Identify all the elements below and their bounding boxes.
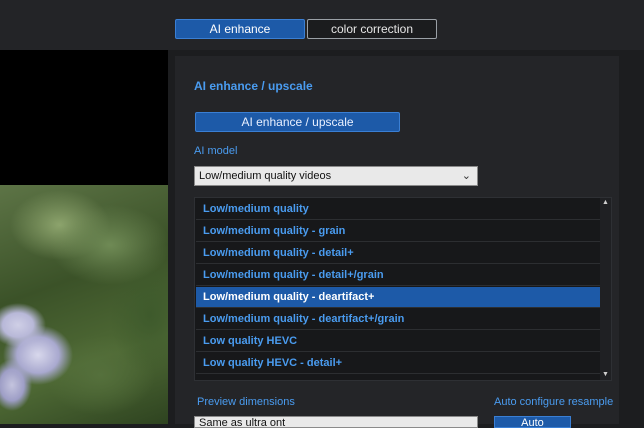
list-item[interactable]: Low/medium quality - deartifact+/grain xyxy=(196,309,600,330)
auto-configure-button[interactable]: Auto xyxy=(494,416,571,428)
auto-configure-resample-label: Auto configure resample xyxy=(494,396,614,408)
video-preview xyxy=(0,50,168,424)
scroll-up-icon[interactable]: ▲ xyxy=(600,198,611,208)
ai-model-label: AI model xyxy=(194,145,238,157)
list-item-selected[interactable]: Low/medium quality - deartifact+ xyxy=(196,287,600,308)
section-title: AI enhance / upscale xyxy=(194,79,313,93)
top-toolbar: AI enhance color correction xyxy=(0,0,644,50)
ai-model-select[interactable]: Low/medium quality videos ⌄ xyxy=(194,166,478,186)
preview-dimensions-select[interactable]: Same as ultra ont xyxy=(194,416,478,428)
list-item[interactable]: Low/medium quality xyxy=(196,199,600,220)
preview-dimensions-value: Same as ultra ont xyxy=(199,417,286,428)
tab-ai-enhance[interactable]: AI enhance xyxy=(175,19,305,39)
preview-image xyxy=(0,185,168,424)
tab-color-correction[interactable]: color correction xyxy=(307,19,437,39)
list-item[interactable]: Low/medium quality - grain xyxy=(196,221,600,242)
model-list[interactable]: Low/medium quality Low/medium quality - … xyxy=(194,197,612,381)
scroll-down-icon[interactable]: ▼ xyxy=(600,370,611,380)
list-item[interactable]: Low/medium quality - detail+ xyxy=(196,243,600,264)
list-item[interactable]: Low/medium quality - detail+/grain xyxy=(196,265,600,286)
list-item[interactable]: Low quality HEVC xyxy=(196,331,600,352)
list-item[interactable]: Low quality HEVC - detail+ xyxy=(196,353,600,374)
chevron-down-icon: ⌄ xyxy=(461,170,471,182)
preview-dimensions-label: Preview dimensions xyxy=(197,396,295,408)
ai-enhance-upscale-button[interactable]: AI enhance / upscale xyxy=(195,112,400,132)
list-scrollbar[interactable]: ▲ ▼ xyxy=(600,198,611,380)
ai-model-selected-value: Low/medium quality videos xyxy=(199,170,332,182)
